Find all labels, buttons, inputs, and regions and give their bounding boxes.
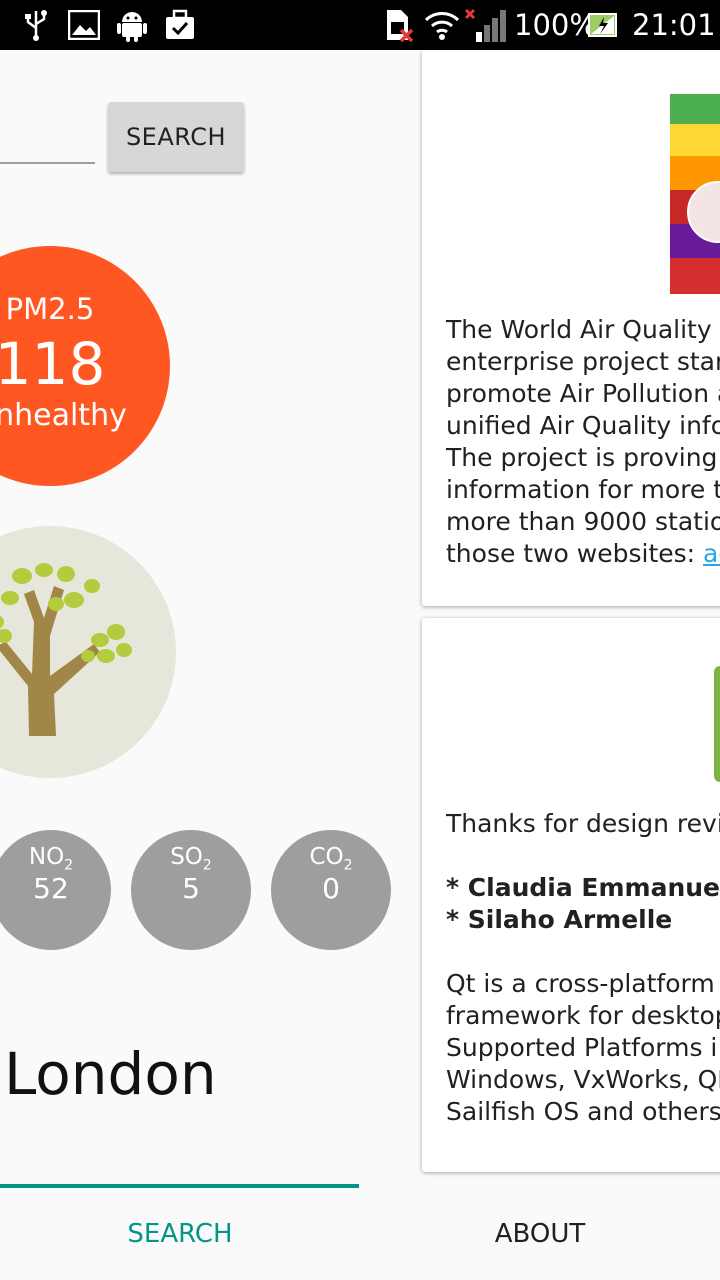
no2-label: NO2 (28, 844, 74, 874)
sim-error-icon (384, 8, 414, 42)
usb-icon (22, 8, 50, 42)
search-page: SEARCH PM2.5 118 Unhealthy (0, 50, 410, 1180)
search-button[interactable]: SEARCH (108, 102, 244, 172)
wifi-icon (424, 8, 460, 42)
no2-value: 52 (33, 872, 69, 905)
image-icon (68, 8, 100, 42)
aqi-level: Unhealthy (0, 398, 127, 433)
aqi-indicator: PM2.5 118 Unhealthy (0, 246, 170, 486)
reviewer-item: * Silaho Armelle (446, 905, 673, 934)
waqi-line: those two websites: ac (446, 538, 720, 570)
status-bar: 100% 21:01 (0, 0, 720, 50)
clock: 21:01 (632, 8, 716, 42)
qt-description: Qt is a cross-platform framework for des… (446, 968, 720, 1128)
co2-value: 0 (322, 872, 340, 905)
about-card-waqi: The World Air Quality I enterprise proje… (422, 50, 720, 606)
qt-line: Supported Platforms i (446, 1033, 718, 1062)
waqi-logo-icon (670, 94, 720, 294)
waqi-line: information for more t (446, 475, 720, 504)
tab-about[interactable]: ABOUT (360, 1188, 720, 1280)
qt-line: Qt is a cross-platform (446, 969, 715, 998)
city-search-input[interactable] (0, 162, 95, 164)
co2-indicator: CO2 0 (271, 830, 391, 950)
battery-charging-icon (588, 8, 618, 42)
reviewer-item: * Claudia Emmanuelle (446, 873, 720, 902)
co2-label: CO2 (309, 844, 353, 874)
qt-line: framework for desktop (446, 1001, 720, 1030)
waqi-line: The World Air Quality I (446, 315, 720, 344)
battery-percent: 100% (514, 8, 597, 42)
qt-line: Sailfish OS and others (446, 1097, 720, 1126)
website-link[interactable]: ac (703, 539, 720, 568)
waqi-line: promote Air Pollution a (446, 379, 720, 408)
tree-icon (0, 526, 176, 778)
waqi-line: enterprise project star (446, 347, 720, 376)
waqi-line: unified Air Quality info (446, 411, 720, 440)
so2-indicator: SO2 5 (131, 830, 251, 950)
tab-search[interactable]: SEARCH (0, 1188, 360, 1280)
signal-icon (464, 8, 506, 42)
no2-indicator: NO2 52 (0, 830, 111, 950)
reviewer-list: * Claudia Emmanuelle * Silaho Armelle (446, 872, 720, 936)
thanks-text: Thanks for design revi (446, 809, 720, 838)
qt-logo-icon (714, 666, 720, 782)
waqi-line: more than 9000 statio (446, 507, 720, 536)
so2-label: SO2 (170, 844, 212, 874)
aqi-pollutant-label: PM2.5 (5, 292, 95, 326)
aqi-value: 118 (0, 330, 106, 398)
so2-value: 5 (182, 872, 200, 905)
waqi-line: The project is proving (446, 443, 718, 472)
android-icon (116, 8, 148, 42)
qt-line: Windows, VxWorks, QN (446, 1065, 720, 1094)
city-name: London (4, 1040, 217, 1108)
about-card-qt: Thanks for design revi * Claudia Emmanue… (422, 618, 720, 1172)
work-icon (164, 8, 196, 42)
waqi-description: The World Air Quality I enterprise proje… (446, 314, 720, 570)
